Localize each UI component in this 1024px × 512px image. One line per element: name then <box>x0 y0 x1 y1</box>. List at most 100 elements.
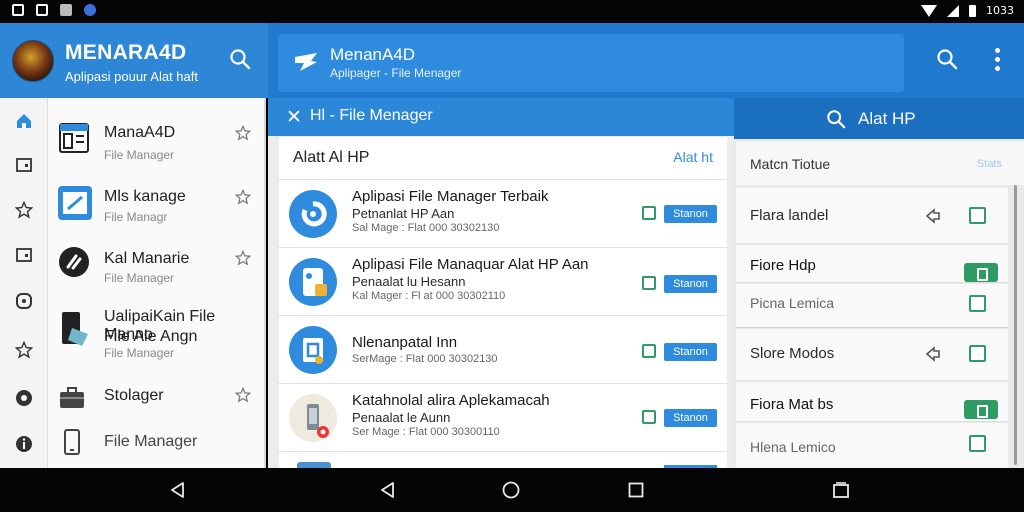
app-header: MENARA4D Aplipasi pouur Alat haft <box>0 23 268 98</box>
install-button[interactable]: Stanon <box>664 275 717 293</box>
avatar[interactable] <box>12 40 54 82</box>
wifi-icon <box>921 4 937 17</box>
option-item[interactable]: Hlena Lemico <box>736 423 1008 468</box>
tools-icon <box>58 246 92 280</box>
checkbox[interactable] <box>642 344 656 358</box>
settings-icon[interactable] <box>15 389 33 407</box>
phone-icon <box>58 310 92 346</box>
option-item[interactable]: Fiora Mat bs <box>736 382 1008 422</box>
list-item-subtitle: Petnanlat HP Aan <box>352 206 455 221</box>
main-title: MenanA4D <box>330 45 416 64</box>
checkbox[interactable] <box>969 295 986 312</box>
checkbox[interactable] <box>642 276 656 290</box>
app-title: MENARA4D <box>65 41 187 64</box>
center-panel-header: ✕ Hl - File Menager <box>268 98 734 136</box>
list-item[interactable]: Aplipasi File Manaquar Alat HP Aan Penaa… <box>279 247 727 315</box>
list-item-meta: Kal Mager : Fl at 000 30302110 <box>352 290 506 302</box>
close-icon[interactable]: ✕ <box>286 106 302 129</box>
option-item[interactable]: Flara landel <box>736 188 1008 244</box>
center-panel: ✕ Hl - File Menager Alatt Al HP Alat ht … <box>268 98 734 469</box>
list-item[interactable]: Nlenanpatal Inn SerMage : Flat 000 30302… <box>279 315 727 383</box>
list-item[interactable]: Katahnolal alira Aplekamacah Penaalat le… <box>279 383 727 451</box>
star-icon[interactable] <box>234 386 252 403</box>
battery-icon <box>969 4 976 17</box>
arrow-icon[interactable] <box>924 207 942 225</box>
clock-icon[interactable] <box>15 292 33 310</box>
image-icon <box>60 4 72 16</box>
app-icon <box>84 4 96 16</box>
navigation-drawer: ManaA4D File Manager Mls kanage File Man… <box>48 98 266 468</box>
drawer-item-subtitle: File Managr <box>104 210 168 224</box>
option-label: Fiore Hdp <box>750 257 816 274</box>
section-link[interactable]: Alat ht <box>673 149 713 165</box>
search-icon[interactable] <box>229 48 251 75</box>
list-item-meta: Sal Mage : Flat 000 30302130 <box>352 222 500 234</box>
list-item-title: Aplipasi File Manager Terbaik <box>352 188 549 205</box>
checkbox[interactable] <box>642 206 656 220</box>
list-item-title: Katahnolal alira Aplekamacah <box>352 392 550 409</box>
navigation-bar <box>0 468 1024 512</box>
home-icon[interactable] <box>501 480 521 500</box>
badge-icon[interactable] <box>964 263 998 282</box>
back-icon[interactable] <box>168 480 188 500</box>
option-label: Slore Modos <box>750 345 835 362</box>
list-item-meta: Ser Mage : Flat 000 30300110 <box>352 426 500 438</box>
filter-title: Matcn Tiotue <box>750 156 831 172</box>
center-panel-title: Hl - File Menager <box>310 107 433 124</box>
right-panel: Alat HP Matcn Tiotue Stats Flara landel … <box>734 98 1024 468</box>
signal-icon <box>947 4 959 17</box>
home-icon[interactable] <box>15 112 33 130</box>
search-title: Alat HP <box>858 109 916 128</box>
drawer-item-title: ManaA4D <box>104 124 176 141</box>
scrollbar[interactable] <box>1014 185 1017 465</box>
screen: 1033 MENARA4D Aplipasi pouur Alat haft M… <box>0 0 1024 512</box>
install-button[interactable]: Stanon <box>664 343 717 361</box>
status-bar: 1033 <box>0 0 1024 23</box>
checkbox[interactable] <box>969 345 986 362</box>
app-logo-icon <box>294 52 318 72</box>
notification-icon <box>12 4 24 16</box>
badge-icon[interactable] <box>964 400 998 419</box>
list-item[interactable]: Aplipasi File Manager Terbaik Petnanlat … <box>279 179 727 247</box>
drawer-item-title: Kal Manarie <box>104 250 190 267</box>
app-icon <box>289 394 337 442</box>
install-button[interactable]: Stanon <box>664 409 717 427</box>
star-icon[interactable] <box>234 188 252 205</box>
app-icon <box>289 190 337 238</box>
star-icon[interactable] <box>234 249 252 266</box>
arrow-icon[interactable] <box>924 345 942 363</box>
search-icon[interactable] <box>826 109 846 134</box>
list-item-subtitle: Penaalat le Aunn <box>352 410 451 425</box>
search-header[interactable]: Alat HP <box>734 98 1024 139</box>
briefcase-icon <box>58 384 92 418</box>
search-icon[interactable] <box>936 48 958 75</box>
drawer-item-subtitle: File Manager <box>104 271 175 285</box>
filter-link[interactable]: Stats <box>977 158 1002 170</box>
device-icon <box>58 428 92 462</box>
option-item[interactable]: Picna Lemica <box>736 284 1008 328</box>
checkbox[interactable] <box>969 207 986 224</box>
list-item-title: Aplipasi File Manaquar Alat HP Aan <box>352 256 589 273</box>
install-button[interactable]: Stanon <box>664 205 717 223</box>
folder-icon[interactable] <box>15 246 33 264</box>
drawer-item-title-line2: File Ale Angn <box>104 328 198 345</box>
checkbox[interactable] <box>969 435 986 452</box>
star-icon[interactable] <box>234 124 252 141</box>
clock-time: 1033 <box>986 4 1014 17</box>
info-icon[interactable] <box>15 435 33 453</box>
recents-icon[interactable] <box>831 480 851 500</box>
app-icon <box>289 326 337 374</box>
option-item[interactable]: Slore Modos <box>736 329 1008 381</box>
checkbox[interactable] <box>642 410 656 424</box>
folder-icon[interactable] <box>15 156 33 174</box>
section-title: Alatt Al HP <box>293 149 370 166</box>
list-item-title: Nlenanpatal Inn <box>352 334 458 351</box>
star-icon[interactable] <box>14 340 34 359</box>
file-manager-icon <box>58 122 92 156</box>
option-item[interactable]: Fiore Hdp <box>736 245 1008 283</box>
more-options-icon[interactable] <box>995 48 1001 71</box>
star-icon[interactable] <box>14 200 34 219</box>
recents-icon[interactable] <box>626 480 646 500</box>
back-icon[interactable] <box>378 480 398 500</box>
list-item[interactable] <box>279 451 727 469</box>
